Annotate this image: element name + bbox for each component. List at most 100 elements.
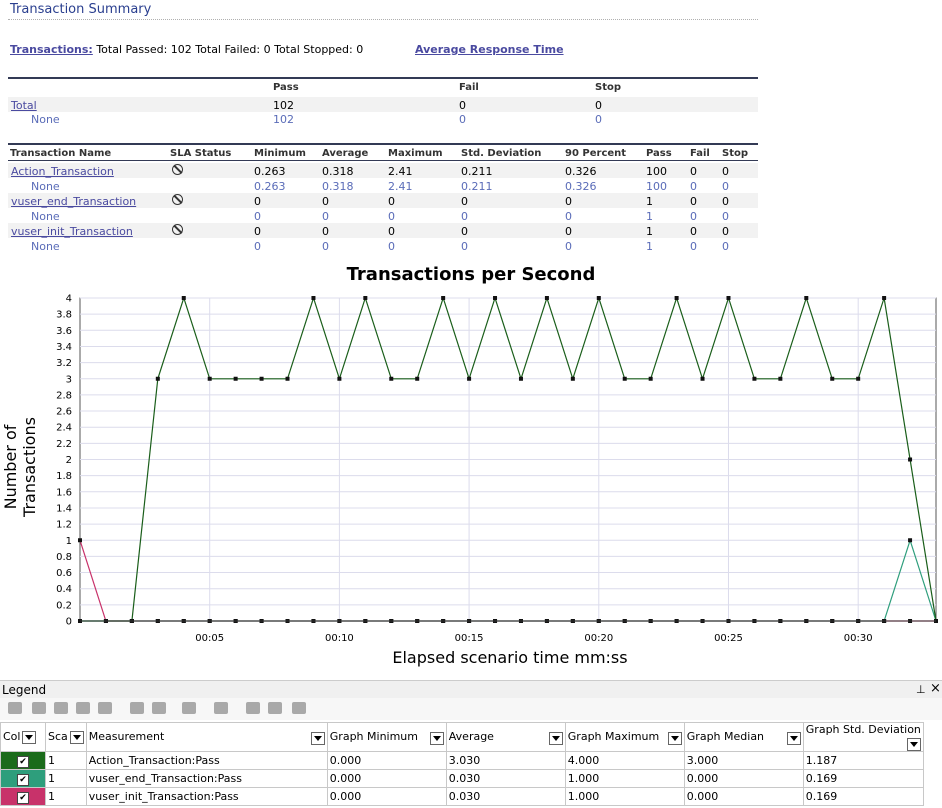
legend-max: 1.000 [564, 787, 685, 806]
legend-median: 0.000 [683, 787, 804, 806]
transaction-link-vuser-init[interactable]: vuser_init_Transaction [11, 225, 133, 238]
chevron-down-icon[interactable] [310, 731, 325, 745]
x-tick-label: 00:15 [455, 633, 484, 644]
legend-row[interactable]: ✔ 1 vuser_init_Transaction:Pass 0.000 0.… [0, 787, 924, 806]
cell-min: 0 [254, 225, 261, 238]
legend-median: 3.000 [683, 751, 804, 770]
legend-measurement[interactable]: vuser_init_Transaction:Pass [85, 787, 328, 806]
legend-col-median[interactable]: Graph Median [683, 722, 804, 752]
col-maximum: Maximum [388, 148, 443, 159]
none-stop: 0 [722, 240, 729, 253]
legend-median: 0.000 [683, 769, 804, 788]
y-tick-label: 1.8 [56, 471, 72, 482]
checkbox-icon[interactable]: ✔ [17, 791, 29, 804]
legend-measurement[interactable]: Action_Transaction:Pass [85, 751, 328, 770]
chevron-down-icon[interactable] [548, 731, 563, 745]
y-tick-label: 3.8 [56, 310, 72, 321]
legend-measurement[interactable]: vuser_end_Transaction:Pass [85, 769, 328, 788]
chevron-down-icon[interactable] [22, 730, 37, 744]
none-min: 0 [254, 240, 261, 253]
legend-header-row: Col Sca Measurement Graph Minimum Averag… [0, 722, 924, 752]
legend-col-max[interactable]: Graph Maximum [564, 722, 685, 752]
cell-stop: 0 [722, 195, 729, 208]
legend-col-scale[interactable]: Sca [45, 722, 87, 752]
save-icon[interactable] [292, 702, 306, 714]
y-tick-label: 3 [66, 374, 72, 385]
cell-avg: 0 [322, 195, 329, 208]
y-tick-label: 0 [66, 617, 72, 628]
sla-not-applicable-icon [172, 224, 183, 235]
average-response-time-link[interactable]: Average Response Time [415, 43, 564, 56]
cell-std: 0.211 [461, 165, 493, 178]
link-icon[interactable] [76, 702, 90, 714]
show-icon[interactable] [32, 702, 46, 714]
data-point [181, 296, 186, 300]
cell-stop: 0 [722, 225, 729, 238]
total-link[interactable]: Total [11, 99, 37, 112]
tps-chart[interactable]: 0 0.2 0.4 0.6 0.8 1 1.2 1.4 1.6 1.8 2 2.2 2.4 2.6 2.8 3… [0, 290, 942, 650]
overall-header-stop: Stop [595, 82, 622, 93]
scale-icon[interactable] [130, 702, 144, 714]
data-point [493, 296, 498, 300]
legend-avg: 3.030 [445, 751, 566, 770]
legend-avg: 0.030 [445, 787, 566, 806]
overall-header-fail: Fail [459, 82, 479, 93]
close-icon[interactable]: × [930, 681, 941, 696]
transaction-link-vuser-end[interactable]: vuser_end_Transaction [11, 195, 136, 208]
cell-avg: 0.318 [322, 165, 354, 178]
chevron-down-icon[interactable] [667, 731, 682, 745]
col-stop: Stop [722, 148, 749, 159]
columns-icon[interactable] [214, 702, 228, 714]
hide-icon[interactable] [54, 702, 68, 714]
data-point [908, 538, 913, 543]
group-icon[interactable] [246, 702, 260, 714]
chevron-down-icon[interactable] [906, 738, 921, 751]
legend-color-cell[interactable]: ✔ [0, 769, 46, 788]
y-tick-label: 0.4 [56, 584, 72, 595]
overall-none-label: None [31, 113, 60, 126]
chevron-down-icon[interactable] [786, 731, 801, 745]
export-icon[interactable] [152, 702, 166, 714]
overall-header-pass: Pass [273, 82, 299, 93]
legend-row[interactable]: ✔ 1 vuser_end_Transaction:Pass 0.000 0.0… [0, 769, 924, 788]
x-tick-label: 00:05 [195, 633, 224, 644]
legend-min: 0.000 [326, 787, 447, 806]
ungroup-icon[interactable] [268, 702, 282, 714]
legend-color-cell[interactable]: ✔ [0, 751, 46, 770]
x-tick-label: 00:10 [325, 633, 354, 644]
filter-icon[interactable] [98, 702, 112, 714]
legend-col-min[interactable]: Graph Minimum [326, 722, 447, 752]
data-point [908, 457, 913, 462]
chevron-down-icon[interactable] [69, 730, 84, 744]
y-tick-label: 1 [66, 536, 72, 547]
checkbox-icon[interactable]: ✔ [17, 755, 29, 768]
data-point [544, 296, 549, 300]
cell-pass: 1 [646, 225, 653, 238]
cell-pass: 100 [646, 165, 667, 178]
legend-col-avg[interactable]: Average [445, 722, 566, 752]
y-tick-label: 1.2 [56, 520, 72, 531]
legend-row[interactable]: ✔ 1 Action_Transaction:Pass 0.000 3.030 … [0, 751, 924, 770]
legend-col-std[interactable]: Graph Std. Deviation [802, 722, 924, 752]
none-avg: 0 [322, 210, 329, 223]
cell-fail: 0 [690, 165, 697, 178]
data-point [518, 376, 523, 381]
data-point [882, 296, 887, 300]
title-divider [8, 19, 758, 20]
checkbox-icon[interactable]: ✔ [17, 773, 29, 786]
legend-color-cell[interactable]: ✔ [0, 787, 46, 806]
data-point [233, 376, 238, 381]
legend-col-measurement[interactable]: Measurement [85, 722, 328, 752]
transactions-link[interactable]: Transactions: [10, 43, 93, 56]
x-tick-label: 00:20 [584, 633, 613, 644]
chevron-down-icon[interactable] [429, 731, 444, 745]
none-fail: 0 [690, 180, 697, 193]
data-point [648, 376, 653, 381]
view-icon[interactable] [182, 702, 196, 714]
legend-col-color[interactable]: Col [0, 722, 46, 752]
pin-icon[interactable]: ⊥ [916, 683, 926, 696]
transaction-link-action[interactable]: Action_Transaction [11, 165, 114, 178]
configure-icon[interactable] [8, 702, 22, 714]
legend-min: 0.000 [326, 751, 447, 770]
col-std-deviation: Std. Deviation [461, 148, 542, 159]
